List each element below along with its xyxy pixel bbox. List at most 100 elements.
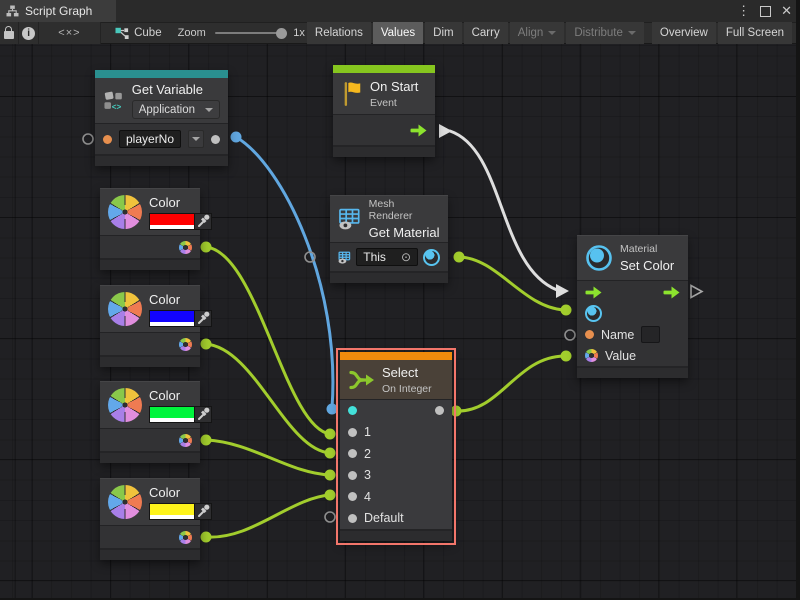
node-color-green[interactable]: Color xyxy=(100,381,200,463)
wire-color3-to-select-3[interactable] xyxy=(201,435,336,481)
graph-icon xyxy=(6,5,19,17)
node-color-bar xyxy=(333,65,435,73)
align-dropdown[interactable]: Align xyxy=(510,22,565,44)
port-case-label: Default xyxy=(364,511,404,525)
port-exec-output-arrow-icon[interactable] xyxy=(663,286,680,299)
code-icon: <×> xyxy=(58,27,80,39)
node-footer xyxy=(340,531,452,541)
port-select-default-unconnected[interactable] xyxy=(325,512,335,522)
port-selector-input[interactable] xyxy=(348,406,357,415)
zoom-slider-handle[interactable] xyxy=(276,28,287,39)
caret-down-icon xyxy=(192,137,200,141)
name-value-field[interactable] xyxy=(641,326,660,343)
zoom-value: 1x xyxy=(293,27,305,39)
wire-onstart-to-setcolor-exec[interactable] xyxy=(439,124,569,298)
window-right-edge xyxy=(796,0,800,600)
eyedropper-button[interactable] xyxy=(195,310,212,327)
color-swatch[interactable] xyxy=(149,213,195,230)
port-color-output[interactable] xyxy=(179,531,192,544)
zoom-slider[interactable] xyxy=(215,32,286,34)
node-footer xyxy=(100,550,200,560)
info-button[interactable]: i xyxy=(19,22,38,44)
lock-icon xyxy=(4,31,14,39)
overview-button[interactable]: Overview xyxy=(652,22,716,44)
wire-getmaterial-to-setcolor-material[interactable] xyxy=(454,252,572,316)
node-title: Color xyxy=(149,195,212,210)
node-set-color[interactable]: Material Set Color Name Value xyxy=(577,235,688,378)
dim-button[interactable]: Dim xyxy=(425,22,461,44)
wire-color4-to-select-4[interactable] xyxy=(201,490,336,543)
node-color-red[interactable]: Color xyxy=(100,188,200,270)
graph-target-breadcrumb[interactable]: Cube xyxy=(115,27,162,40)
node-select[interactable]: Select On Integer 1 2 3 4 Default xyxy=(340,352,452,541)
color-swatch[interactable] xyxy=(149,503,195,520)
port-case-4-input[interactable] xyxy=(348,492,357,501)
variable-scope-dropdown[interactable]: Application xyxy=(132,100,220,119)
port-material-input[interactable] xyxy=(585,305,602,322)
tab-title: Script Graph xyxy=(25,4,92,18)
flag-icon xyxy=(341,79,363,109)
node-get-material[interactable]: Mesh Renderer Get Material This ⊙ xyxy=(330,195,448,283)
variable-name-field[interactable]: playerNo xyxy=(119,130,181,148)
node-footer xyxy=(577,368,688,378)
graph-target-label: Cube xyxy=(134,27,162,39)
port-material-output[interactable] xyxy=(423,249,440,266)
port-name-input[interactable] xyxy=(585,330,594,339)
tab-script-graph[interactable]: Script Graph xyxy=(0,0,116,22)
node-title: On Start xyxy=(370,79,418,94)
node-color-bar xyxy=(95,70,228,78)
node-title: Get Variable xyxy=(132,82,220,97)
port-exec-input-arrow-icon[interactable] xyxy=(585,286,602,299)
lock-button[interactable] xyxy=(0,22,19,44)
port-color-output[interactable] xyxy=(179,241,192,254)
port-color-output[interactable] xyxy=(179,434,192,447)
node-footer xyxy=(95,156,228,166)
node-footer xyxy=(100,453,200,463)
color-swatch[interactable] xyxy=(149,310,195,327)
zoom-label: Zoom xyxy=(178,27,206,39)
variable-scope-value: Application xyxy=(139,104,195,116)
carry-button[interactable]: Carry xyxy=(464,22,508,44)
distribute-dropdown[interactable]: Distribute xyxy=(566,22,644,44)
full-screen-button[interactable]: Full Screen xyxy=(718,22,792,44)
port-color-output[interactable] xyxy=(179,338,192,351)
port-case-label: 2 xyxy=(364,447,371,461)
port-default-input[interactable] xyxy=(348,514,357,523)
node-on-start[interactable]: On Start Event xyxy=(333,65,435,157)
node-color-blue[interactable]: Color xyxy=(100,285,200,367)
values-button[interactable]: Values xyxy=(373,22,423,44)
eyedropper-button[interactable] xyxy=(195,503,212,520)
relations-button[interactable]: Relations xyxy=(307,22,371,44)
code-preview-button[interactable]: <×> xyxy=(39,22,101,44)
eyedropper-button[interactable] xyxy=(195,213,212,230)
graph-toolbar: i <×> Cube Zoom 1x Relations Values Dim … xyxy=(0,22,800,44)
port-case-2-input[interactable] xyxy=(348,449,357,458)
port-value-input[interactable] xyxy=(585,349,598,362)
close-icon[interactable]: ✕ xyxy=(781,0,792,22)
port-exec-output-arrow-icon[interactable] xyxy=(410,124,427,137)
node-footer xyxy=(100,357,200,367)
node-subtitle: Event xyxy=(370,97,418,109)
wire-select-to-setcolor-value[interactable] xyxy=(451,351,572,417)
kebab-menu-icon[interactable]: ⋮ xyxy=(737,0,750,22)
port-variable-name-input[interactable] xyxy=(103,135,112,144)
node-color-yellow[interactable]: Color xyxy=(100,478,200,560)
color-swatch[interactable] xyxy=(149,406,195,423)
window-tab-bar: Script Graph ⋮ ✕ xyxy=(0,0,800,22)
port-setcolor-exec-out-unconnected[interactable] xyxy=(691,286,702,298)
node-component: Material xyxy=(620,243,674,255)
port-case-3-input[interactable] xyxy=(348,471,357,480)
node-get-variable[interactable]: <> Get Variable Application playerNo xyxy=(95,70,228,166)
port-case-1-input[interactable] xyxy=(348,428,357,437)
eyedropper-button[interactable] xyxy=(195,406,212,423)
port-variable-value-output[interactable] xyxy=(211,135,220,144)
port-setcolor-name-unconnected[interactable] xyxy=(565,330,575,340)
object-picker-icon[interactable]: ⊙ xyxy=(401,251,411,263)
maximize-icon[interactable] xyxy=(760,6,771,17)
target-field[interactable]: This ⊙ xyxy=(356,248,418,266)
port-getvariable-object-unconnected[interactable] xyxy=(83,134,93,144)
port-selection-output[interactable] xyxy=(435,406,444,415)
node-component: Mesh Renderer xyxy=(369,198,440,222)
variable-name-dropdown-button[interactable] xyxy=(188,130,204,148)
eyedropper-icon xyxy=(197,504,210,518)
